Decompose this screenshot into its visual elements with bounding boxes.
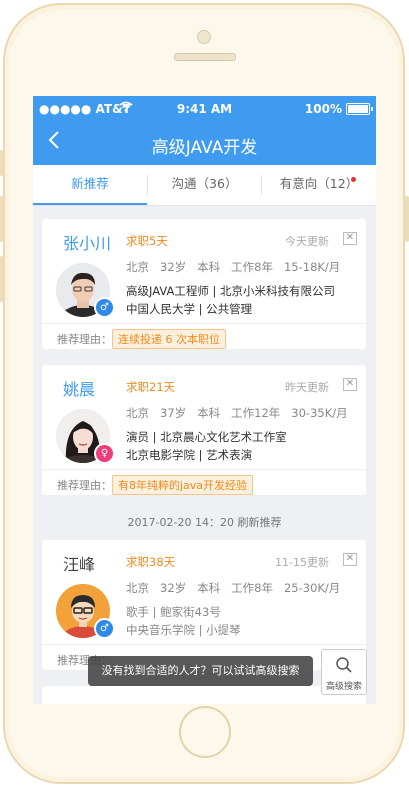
candidate-name[interactable]: 汪峰 xyxy=(63,551,95,575)
candidate-name[interactable]: 姚晨 xyxy=(63,376,95,400)
status-bar: ●●●●● AT&T 9:41 AM 100% xyxy=(33,96,376,121)
phone-volume-button xyxy=(0,196,4,242)
education: 本科 xyxy=(197,406,221,420)
close-icon[interactable]: ✕ xyxy=(343,232,357,245)
battery-icon xyxy=(346,103,373,115)
update-time: 昨天更新 xyxy=(285,381,329,394)
recommend-reason-row: 推荐理由： 连续投递 6 次本职位 xyxy=(42,323,366,350)
candidate-name[interactable]: 张小川 xyxy=(63,230,111,254)
unread-dot-icon xyxy=(351,177,356,182)
phone-camera xyxy=(197,30,211,44)
age: 32岁 xyxy=(160,581,187,595)
advanced-search-label: 高级搜索 xyxy=(325,682,362,692)
update-time: 11-15更新 xyxy=(275,556,329,569)
education-school: 北京电影学院 | 艺术表演 xyxy=(126,448,253,462)
education-school: 中央音乐学院 | 小提琴 xyxy=(126,623,241,637)
candidate-card[interactable]: 姚晨 求职21天 昨天更新 ✕ ♀ 北京 37岁 本科 工作12年 30-35K/月 演… xyxy=(42,365,366,495)
current-job: 演员 | 北京晨心文化艺术工作室 xyxy=(126,430,287,444)
recommend-reason-row: 推荐理由： 有8年纯粹的java开发经验 xyxy=(42,469,366,496)
tab-bar: 新推荐 沟通（36） 有意向（12） xyxy=(33,165,376,206)
city: 北京 xyxy=(126,260,149,274)
job-search-duration: 求职5天 xyxy=(126,234,168,248)
candidate-card[interactable] xyxy=(42,686,366,704)
app-screen: ●●●●● AT&T 9:41 AM 100% 高级JAVA开发 新推荐 沟通（… xyxy=(33,96,376,704)
female-icon: ♀ xyxy=(94,443,115,464)
tab-new-recommend[interactable]: 新推荐 xyxy=(33,165,147,205)
current-job: 高级JAVA工程师 | 北京小米科技有限公司 xyxy=(126,284,336,298)
candidate-stats: 北京 37岁 本科 工作12年 30-35K/月 xyxy=(126,405,359,421)
experience: 工作8年 xyxy=(231,260,273,274)
male-icon: ♂ xyxy=(94,618,115,639)
nav-bar: 高级JAVA开发 xyxy=(33,121,376,165)
tab-interested[interactable]: 有意向（12） xyxy=(262,165,376,205)
candidate-stats: 北京 32岁 本科 工作8年 25-30K/月 xyxy=(126,580,351,596)
reason-tag: 有8年纯粹的java开发经验 xyxy=(112,475,254,495)
close-icon[interactable]: ✕ xyxy=(343,553,357,566)
job-search-duration: 求职38天 xyxy=(126,555,176,569)
experience: 工作12年 xyxy=(231,406,281,420)
male-icon: ♂ xyxy=(94,297,115,318)
update-time: 今天更新 xyxy=(285,235,329,248)
phone-power-button xyxy=(405,196,409,242)
education-school: 中国人民大学 | 公共管理 xyxy=(126,302,253,316)
battery-fill xyxy=(348,105,368,113)
battery-percent: 100% xyxy=(304,102,342,116)
age: 37岁 xyxy=(160,406,187,420)
candidate-card[interactable]: 张小川 求职5天 今天更新 ✕ ♂ 北京 32岁 本科 工作8年 15-18K/月 高级… xyxy=(42,219,366,349)
salary: 25-30K/月 xyxy=(283,581,341,595)
candidate-card[interactable]: 汪峰 求职38天 11-15更新 ✕ ♂ 北京 32岁 本科 工作8年 25-30K/月… xyxy=(42,540,366,670)
reason-tag: 连续投递 6 次本职位 xyxy=(112,329,226,349)
toast-message: 没有找到合适的人才？可以试试高级搜索 xyxy=(88,656,313,686)
education: 本科 xyxy=(197,260,221,274)
reason-label: 推荐理由： xyxy=(57,479,112,492)
refresh-divider: 2017-02-20 14：20 刷新推荐 xyxy=(127,516,282,529)
tab-communicate[interactable]: 沟通（36） xyxy=(148,165,261,205)
city: 北京 xyxy=(126,406,149,420)
city: 北京 xyxy=(126,581,149,595)
search-icon xyxy=(335,656,353,678)
phone-speaker xyxy=(174,53,236,61)
advanced-search-button[interactable]: 高级搜索 xyxy=(321,649,367,695)
candidate-stats: 北京 32岁 本科 工作8年 15-18K/月 xyxy=(126,259,351,275)
job-search-duration: 求职21天 xyxy=(126,380,176,394)
salary: 30-35K/月 xyxy=(291,406,348,420)
age: 32岁 xyxy=(160,260,187,274)
close-icon[interactable]: ✕ xyxy=(343,378,357,391)
education: 本科 xyxy=(197,581,221,595)
salary: 15-18K/月 xyxy=(283,260,341,274)
phone-volume-button xyxy=(0,256,4,302)
phone-side-button xyxy=(0,150,4,176)
current-job: 歌手 | 鲍家街43号 xyxy=(126,605,221,619)
experience: 工作8年 xyxy=(231,581,273,595)
page-title: 高级JAVA开发 xyxy=(151,138,258,158)
home-button[interactable] xyxy=(179,706,231,758)
reason-label: 推荐理由： xyxy=(57,333,112,346)
